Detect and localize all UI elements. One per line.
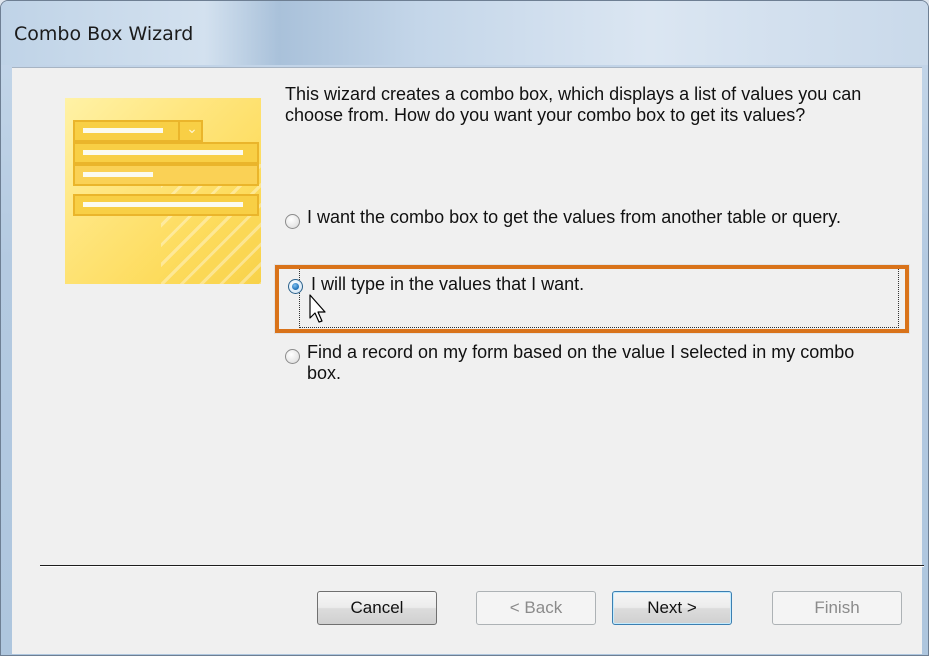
illustration-line [83,150,243,155]
back-button[interactable]: < Back [476,591,596,625]
next-button[interactable]: Next > [612,591,732,625]
illustration-line [83,172,153,177]
wizard-body: ⌄ This wizard creates a combo box, which… [12,67,924,654]
illustration-line [83,128,163,133]
window-title: Combo Box Wizard [14,23,194,45]
tutorial-highlight-box [275,265,909,333]
radio-find-record[interactable] [285,349,300,364]
cancel-button[interactable]: Cancel [317,591,437,625]
radio-another-table[interactable] [285,214,300,229]
finish-button[interactable]: Finish [772,591,902,625]
option-label[interactable]: I want the combo box to get the values f… [307,207,887,228]
wizard-intro-text: This wizard creates a combo box, which d… [285,84,862,125]
illustration-line [83,202,243,207]
option-label[interactable]: Find a record on my form based on the va… [307,342,887,384]
mouse-pointer-icon [309,294,326,323]
illustration-dropdown-icon: ⌄ [178,120,204,140]
combo-box-wizard-window: Combo Box Wizard ⌄ This wizard creates a… [0,0,929,656]
title-bar[interactable]: Combo Box Wizard [1,1,928,65]
wizard-illustration: ⌄ [65,98,261,284]
button-separator [40,565,924,567]
